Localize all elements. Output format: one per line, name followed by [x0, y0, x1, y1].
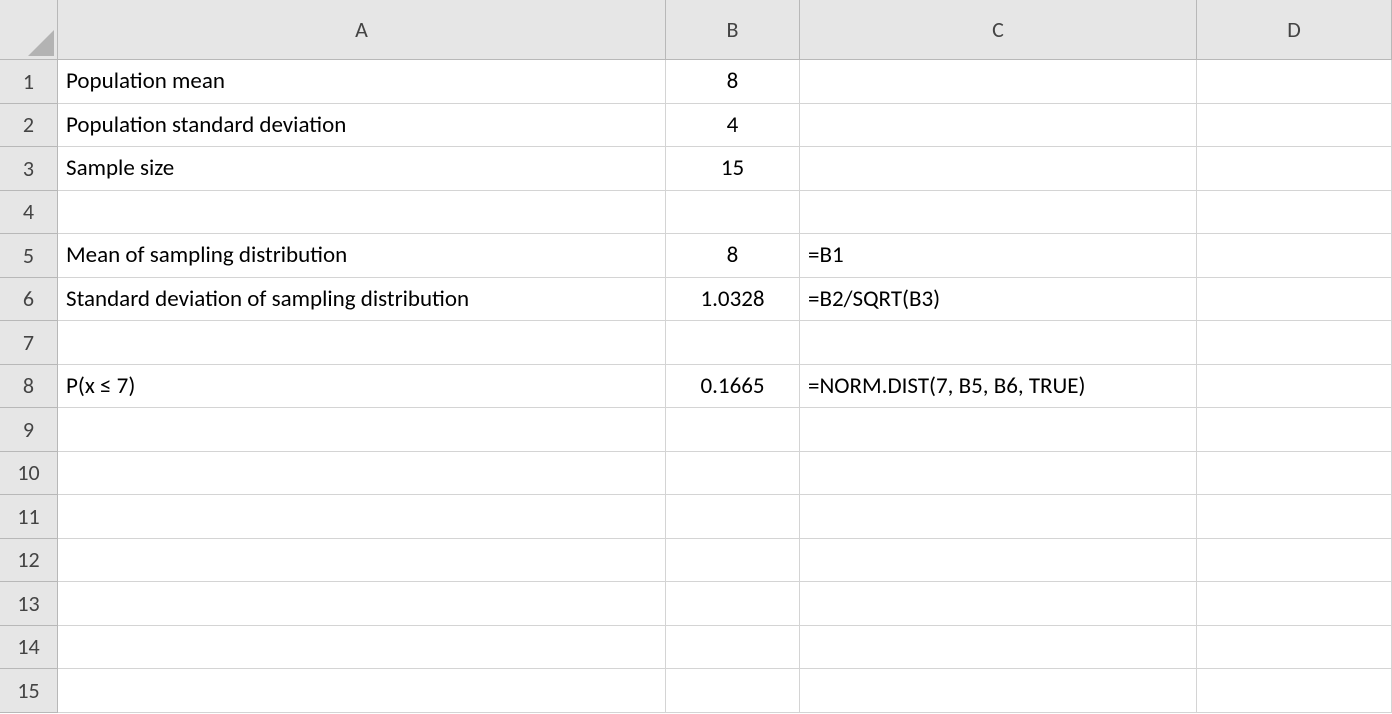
row-header-1[interactable]: 1 — [0, 60, 58, 104]
cell-b4[interactable] — [666, 191, 800, 235]
cell-a8[interactable]: P(x ≤ 7) — [58, 365, 666, 409]
column-header-a[interactable]: A — [58, 0, 666, 60]
cell-d8[interactable] — [1197, 365, 1392, 409]
cell-a5[interactable]: Mean of sampling distribution — [58, 234, 666, 278]
cell-b12[interactable] — [666, 539, 800, 583]
cell-b6[interactable]: 1.0328 — [666, 278, 800, 322]
cell-d5[interactable] — [1197, 234, 1392, 278]
row-header-8[interactable]: 8 — [0, 365, 58, 409]
row-header-2[interactable]: 2 — [0, 104, 58, 148]
row-header-9[interactable]: 9 — [0, 408, 58, 452]
cell-b9[interactable] — [666, 408, 800, 452]
cell-d7[interactable] — [1197, 321, 1392, 365]
row-header-6[interactable]: 6 — [0, 278, 58, 322]
cell-b1[interactable]: 8 — [666, 60, 800, 104]
cell-b14[interactable] — [666, 626, 800, 670]
cell-a13[interactable] — [58, 582, 666, 626]
cell-a11[interactable] — [58, 495, 666, 539]
cell-c5[interactable]: =B1 — [800, 234, 1197, 278]
cell-c12[interactable] — [800, 539, 1197, 583]
row-header-4[interactable]: 4 — [0, 191, 58, 235]
cell-c1[interactable] — [800, 60, 1197, 104]
cell-a3[interactable]: Sample size — [58, 147, 666, 191]
row-header-13[interactable]: 13 — [0, 582, 58, 626]
row-header-7[interactable]: 7 — [0, 321, 58, 365]
column-header-b[interactable]: B — [666, 0, 800, 60]
cell-c10[interactable] — [800, 452, 1197, 496]
cell-d4[interactable] — [1197, 191, 1392, 235]
cell-d15[interactable] — [1197, 669, 1392, 713]
cell-c6[interactable]: =B2/SQRT(B3) — [800, 278, 1197, 322]
cell-a9[interactable] — [58, 408, 666, 452]
cell-a15[interactable] — [58, 669, 666, 713]
cell-a12[interactable] — [58, 539, 666, 583]
cell-b5[interactable]: 8 — [666, 234, 800, 278]
cell-a7[interactable] — [58, 321, 666, 365]
row-header-11[interactable]: 11 — [0, 495, 58, 539]
cell-d12[interactable] — [1197, 539, 1392, 583]
spreadsheet-grid: A B C D 1 Population mean 8 2 Population… — [0, 0, 1392, 713]
row-header-3[interactable]: 3 — [0, 147, 58, 191]
cell-c15[interactable] — [800, 669, 1197, 713]
cell-b2[interactable]: 4 — [666, 104, 800, 148]
cell-a10[interactable] — [58, 452, 666, 496]
cell-d3[interactable] — [1197, 147, 1392, 191]
cell-d9[interactable] — [1197, 408, 1392, 452]
select-all-corner[interactable] — [0, 0, 58, 60]
cell-b8[interactable]: 0.1665 — [666, 365, 800, 409]
column-header-c[interactable]: C — [800, 0, 1197, 60]
row-header-10[interactable]: 10 — [0, 452, 58, 496]
cell-c7[interactable] — [800, 321, 1197, 365]
cell-c2[interactable] — [800, 104, 1197, 148]
row-header-15[interactable]: 15 — [0, 669, 58, 713]
cell-c3[interactable] — [800, 147, 1197, 191]
cell-a4[interactable] — [58, 191, 666, 235]
cell-b13[interactable] — [666, 582, 800, 626]
cell-d14[interactable] — [1197, 626, 1392, 670]
cell-b10[interactable] — [666, 452, 800, 496]
cell-c4[interactable] — [800, 191, 1197, 235]
cell-d11[interactable] — [1197, 495, 1392, 539]
cell-a6[interactable]: Standard deviation of sampling distribut… — [58, 278, 666, 322]
cell-a14[interactable] — [58, 626, 666, 670]
cell-c14[interactable] — [800, 626, 1197, 670]
cell-d1[interactable] — [1197, 60, 1392, 104]
cell-d6[interactable] — [1197, 278, 1392, 322]
row-header-5[interactable]: 5 — [0, 234, 58, 278]
cell-c9[interactable] — [800, 408, 1197, 452]
cell-b11[interactable] — [666, 495, 800, 539]
cell-d2[interactable] — [1197, 104, 1392, 148]
column-header-d[interactable]: D — [1197, 0, 1392, 60]
cell-c8[interactable]: =NORM.DIST(7, B5, B6, TRUE) — [800, 365, 1197, 409]
cell-c13[interactable] — [800, 582, 1197, 626]
cell-a1[interactable]: Population mean — [58, 60, 666, 104]
cell-b3[interactable]: 15 — [666, 147, 800, 191]
cell-d10[interactable] — [1197, 452, 1392, 496]
cell-b7[interactable] — [666, 321, 800, 365]
cell-b15[interactable] — [666, 669, 800, 713]
cell-d13[interactable] — [1197, 582, 1392, 626]
row-header-14[interactable]: 14 — [0, 626, 58, 670]
select-all-triangle-icon — [28, 30, 54, 56]
cell-a2[interactable]: Population standard deviation — [58, 104, 666, 148]
cell-c11[interactable] — [800, 495, 1197, 539]
row-header-12[interactable]: 12 — [0, 539, 58, 583]
